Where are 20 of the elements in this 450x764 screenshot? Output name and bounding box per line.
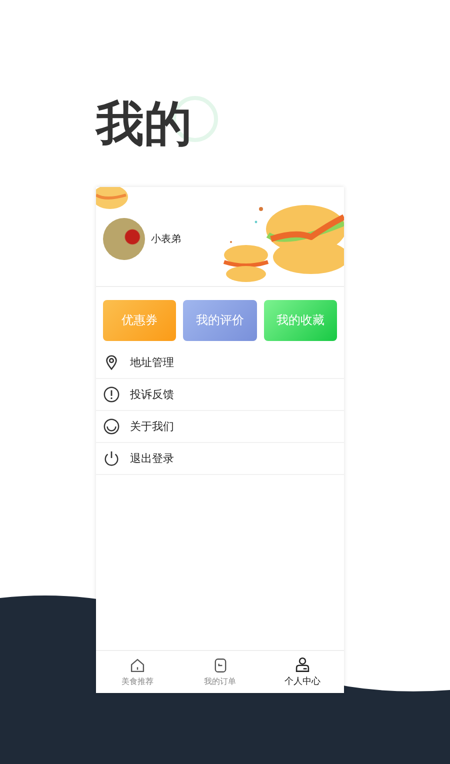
tab-bar-item[interactable]: 个人中心: [261, 650, 344, 693]
menu-item[interactable]: 关于我们: [96, 410, 344, 443]
menu-item[interactable]: 地址管理: [96, 346, 344, 379]
username: 小表弟: [151, 232, 181, 246]
menu-item[interactable]: 退出登录: [96, 442, 344, 475]
location-pin-icon: [103, 354, 120, 371]
person-icon: [294, 656, 312, 673]
menu-item[interactable]: 投诉反馈: [96, 378, 344, 411]
avatar-photo: [103, 218, 145, 260]
home-icon: [128, 656, 146, 674]
tab-bar-item[interactable]: 美食推荐: [96, 650, 179, 693]
menu-label: 地址管理: [130, 354, 174, 370]
exclamation-circle-icon: [103, 386, 120, 403]
page-title: 我的: [96, 98, 192, 151]
smile-icon: [103, 418, 120, 435]
menu-label: 退出登录: [130, 450, 174, 466]
tab-bar-item[interactable]: 我的订单: [178, 650, 262, 693]
power-icon: [103, 450, 120, 467]
menu-label: 关于我们: [130, 418, 174, 434]
menu-label: 投诉反馈: [130, 386, 174, 402]
